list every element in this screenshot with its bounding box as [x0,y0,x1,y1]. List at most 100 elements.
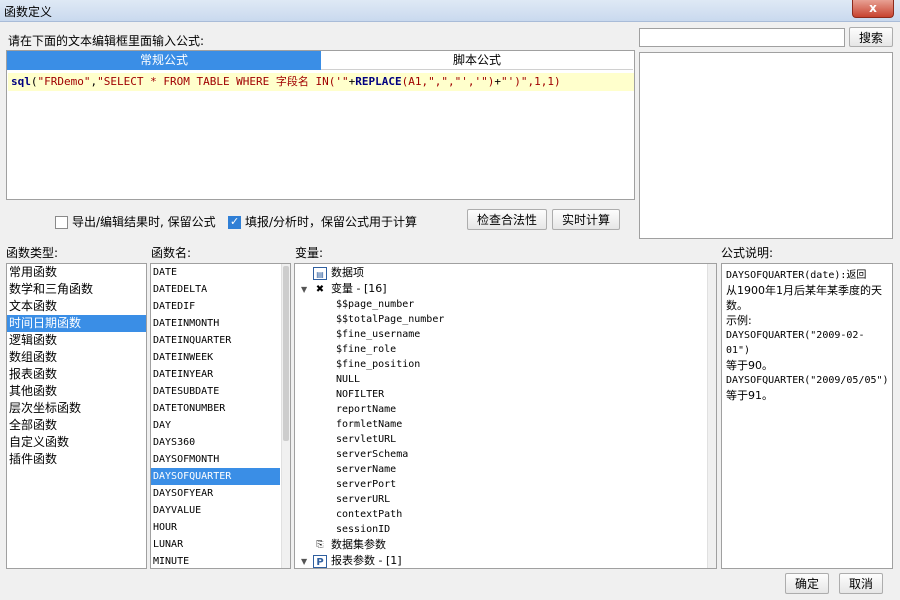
formula-description: DAYSOFQUARTER(date):返回 从1900年1月后某年某季度的天 … [721,263,893,569]
function-type-item[interactable]: 其他函数 [7,383,146,400]
vars-group-label: 变量 - [16] [331,282,387,295]
description-line: 等于91。 [726,389,773,402]
tree-var-item[interactable]: formletName [336,417,402,432]
function-name-item[interactable]: DATE [151,264,290,281]
description-line: DAYSOFQUARTER("2009-02-01") [726,330,865,356]
variables-tree[interactable]: ▤ 数据项 ▼ ✖ 变量 - [16] $$page_number $$totalPa… [294,263,717,569]
tree-var-item[interactable]: reportName [336,402,396,417]
function-name-item[interactable]: DAYVALUE [151,502,290,519]
close-button[interactable]: x [852,0,894,18]
editor-instruction: 请在下面的文本编辑框里面输入公式: [8,34,205,48]
description-line: DAYSOFQUARTER("2009/05/05") [726,375,889,386]
expand-toggle-icon[interactable]: ▼ [301,554,313,568]
function-type-item[interactable]: 报表函数 [7,366,146,383]
search-button[interactable]: 搜索 [849,27,893,47]
tab-script-formula[interactable]: 脚本公式 [321,51,633,70]
description-header: 公式说明: [721,246,774,260]
tree-var-item[interactable]: serverURL [336,492,390,507]
search-results-panel [639,52,893,239]
dataset-params-icon: ⎘ [316,539,324,550]
formula-fn2: REPLACE [355,75,402,88]
search-input[interactable] [639,28,845,47]
function-name-item[interactable]: DATEINYEAR [151,366,290,383]
tree-var-item[interactable]: $fine_username [336,327,420,342]
dataset-params-label: 数据集参数 [331,538,386,551]
expand-toggle-icon[interactable]: ▼ [301,282,313,297]
function-name-item[interactable]: LUNAR [151,536,290,553]
function-type-item[interactable]: 文本函数 [7,298,146,315]
function-type-item[interactable]: 插件函数 [7,451,146,468]
tree-dataset-params[interactable]: ⎘ 数据集参数 [301,537,386,552]
tree-data-item[interactable]: ▤ 数据项 [301,265,364,280]
formula-text[interactable]: sql("FRDemo","SELECT * FROM TABLE WHERE … [8,73,634,91]
function-name-item[interactable]: DATEINWEEK [151,349,290,366]
formula-arg1: "FRDemo" [37,75,91,88]
tree-var-item[interactable]: NOFILTER [336,387,384,402]
keep-formula-fill-label: 填报/分析时，保留公式用于计算 [245,215,418,229]
description-line: 等于90。 [726,359,773,372]
report-params-label: 报表参数 - [1] [331,554,402,567]
scrollbar-thumb[interactable] [283,266,289,441]
function-name-item[interactable]: DATEDELTA [151,281,290,298]
function-name-item[interactable]: DATEDIF [151,298,290,315]
function-name-item[interactable]: DATEINMONTH [151,315,290,332]
tree-var-item[interactable]: servletURL [336,432,396,447]
title-bar: 函数定义 x [0,0,900,22]
function-type-item[interactable]: 逻辑函数 [7,332,146,349]
formula-fn: sql [11,75,31,88]
function-type-item[interactable]: 常用函数 [7,264,146,281]
function-names-scrollbar[interactable] [281,264,290,568]
function-name-item[interactable]: DAYS360 [151,434,290,451]
variables-scrollbar[interactable] [707,264,716,568]
tree-var-item[interactable]: serverPort [336,477,396,492]
tree-var-item[interactable]: serverSchema [336,447,408,462]
description-line: 数。 [726,299,748,312]
function-name-item[interactable]: DAY [151,417,290,434]
function-type-item[interactable]: 数组函数 [7,349,146,366]
function-type-item[interactable]: 数学和三角函数 [7,281,146,298]
function-types-list[interactable]: 常用函数 数学和三角函数 文本函数 时间日期函数 逻辑函数 数组函数 报表函数 … [6,263,147,569]
function-name-item[interactable]: DAYSOFYEAR [151,485,290,502]
function-names-list[interactable]: DATE DATEDELTA DATEDIF DATEINMONTH DATEI… [150,263,291,569]
function-name-item[interactable]: DATEINQUARTER [151,332,290,349]
function-name-item[interactable]: DAYSOFMONTH [151,451,290,468]
function-type-item[interactable]: 层次坐标函数 [7,400,146,417]
function-name-item[interactable]: DATETONUMBER [151,400,290,417]
tree-var-item[interactable]: serverName [336,462,396,477]
data-item-icon: ▤ [313,266,327,280]
check-validity-button[interactable]: 检查合法性 [467,209,547,230]
function-name-item[interactable]: HOUR [151,519,290,536]
tree-var-item[interactable]: contextPath [336,507,402,522]
tree-var-item[interactable]: $fine_role [336,342,396,357]
function-type-item-selected[interactable]: 时间日期函数 [7,315,146,332]
cancel-button[interactable]: 取消 [839,573,883,594]
tab-regular-formula[interactable]: 常规公式 [7,51,321,70]
option-keep-formula-fill[interactable]: 填报/分析时，保留公式用于计算 [228,213,417,230]
function-names-header: 函数名: [151,246,192,260]
tree-var-item[interactable]: $$page_number [336,297,414,312]
function-name-item[interactable]: DATESUBDATE [151,383,290,400]
ok-button[interactable]: 确定 [785,573,829,594]
window-title: 函数定义 [4,5,53,19]
function-type-item[interactable]: 自定义函数 [7,434,146,451]
tree-var-item[interactable]: NULL [336,372,360,387]
function-name-item-selected[interactable]: DAYSOFQUARTER [151,468,280,485]
tree-vars-group[interactable]: ▼ ✖ 变量 - [16] [301,281,387,296]
keep-formula-fill-checkbox[interactable] [228,215,241,229]
function-type-item[interactable]: 全部函数 [7,417,146,434]
tree-var-item[interactable]: $$totalPage_number [336,312,444,327]
function-name-item[interactable]: MINUTE [151,553,290,568]
formula-editor[interactable]: sql("FRDemo","SELECT * FROM TABLE WHERE … [6,50,635,200]
description-line: DAYSOFQUARTER(date):返回 [726,270,867,281]
tree-report-params[interactable]: ▼ P 报表参数 - [1] [301,553,402,568]
formula-args2: (A1,",","','") [401,75,495,88]
tree-var-item[interactable]: sessionID [336,522,390,537]
keep-formula-export-checkbox[interactable] [55,216,68,229]
variable-icon: ✖ [315,283,325,295]
tree-var-item[interactable]: $fine_position [336,357,420,372]
realtime-calc-button[interactable]: 实时计算 [552,209,620,230]
description-line: 从1900年1月后某年某季度的天 [726,284,882,297]
parameter-icon: P [313,554,327,568]
option-keep-formula-export[interactable]: 导出/编辑结果时, 保留公式 [55,213,216,230]
formula-rest: ,1,1) [527,75,561,88]
